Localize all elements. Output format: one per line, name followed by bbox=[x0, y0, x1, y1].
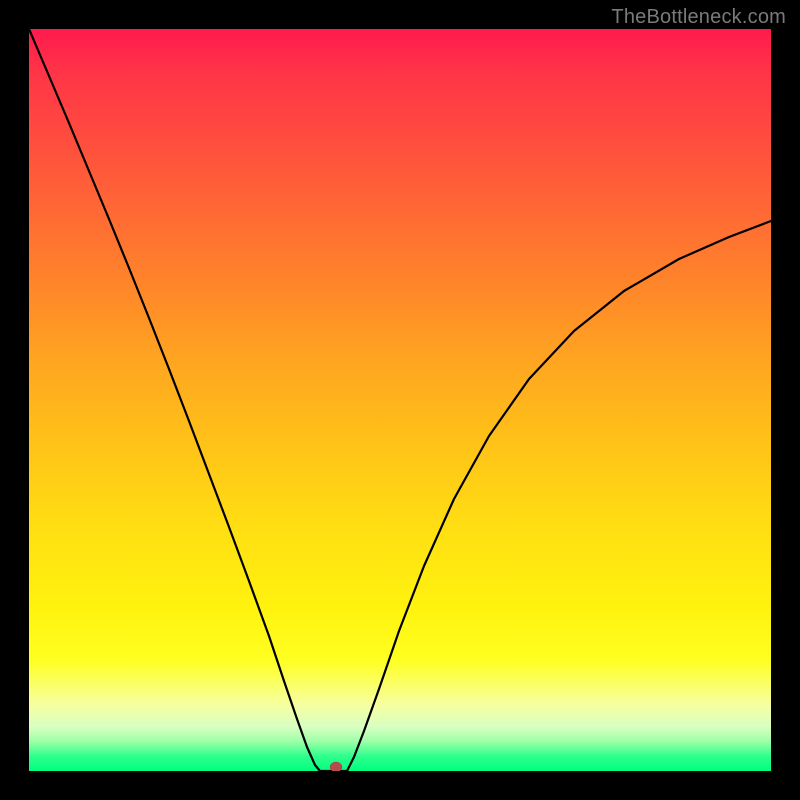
chart-frame: TheBottleneck.com bbox=[0, 0, 800, 800]
bottleneck-curve bbox=[29, 29, 771, 771]
plot-area bbox=[29, 29, 771, 771]
optimal-point-marker bbox=[330, 762, 342, 771]
watermark-text: TheBottleneck.com bbox=[611, 6, 786, 29]
plot-svg bbox=[29, 29, 771, 771]
